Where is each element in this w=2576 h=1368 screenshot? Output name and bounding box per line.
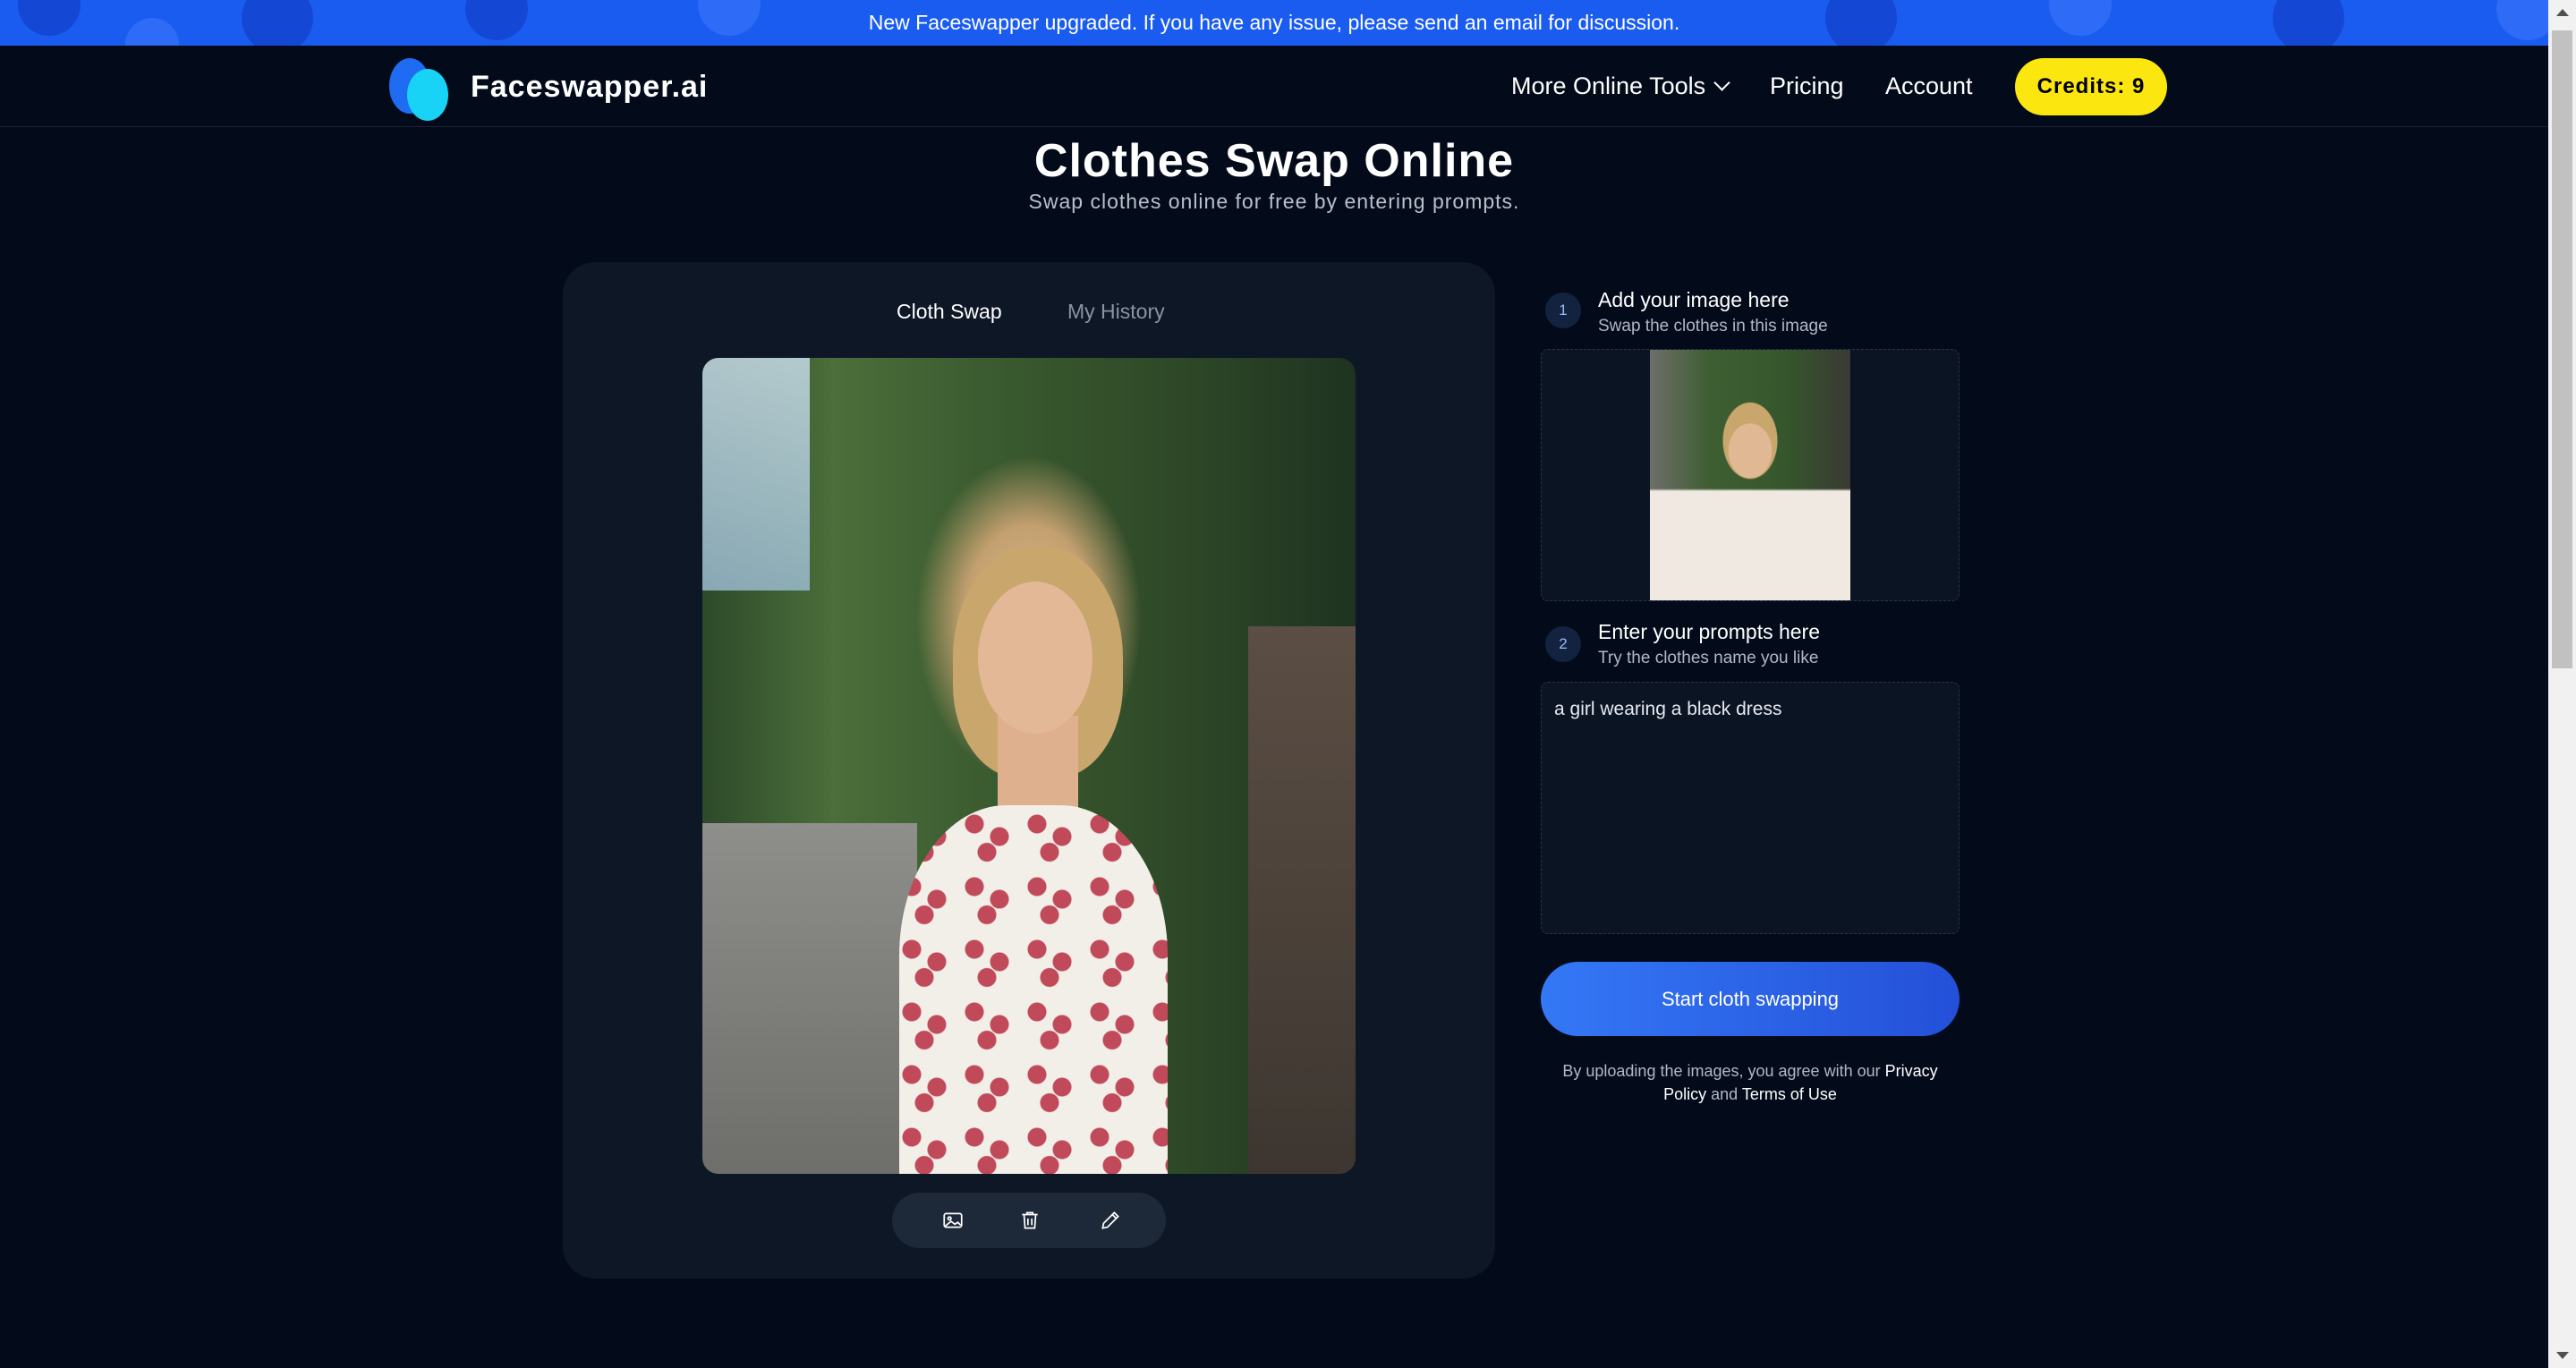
prompt-input[interactable]: a girl wearing a black dress	[1541, 682, 1960, 934]
legal-and: and	[1711, 1085, 1739, 1103]
nav-more-online-tools-label: More Online Tools	[1511, 72, 1706, 99]
pencil-icon[interactable]	[1094, 1204, 1126, 1236]
step-1-subtitle: Swap the clothes in this image	[1598, 317, 1828, 336]
credits-button[interactable]: Credits: 9	[2015, 58, 2167, 115]
tab-cloth-swap[interactable]: Cloth Swap	[897, 300, 1002, 324]
image-toolbar	[892, 1193, 1166, 1248]
nav-more-online-tools[interactable]: More Online Tools	[1511, 72, 1730, 100]
legal-notice: By uploading the images, you agree with …	[1541, 1059, 1960, 1106]
image-upload-area[interactable]	[1541, 349, 1960, 601]
step-2-subtitle: Try the clothes name you like	[1598, 649, 1819, 667]
scroll-up-arrow-icon[interactable]	[2556, 9, 2569, 16]
page-scrollbar[interactable]	[2548, 0, 2576, 1368]
preview-image	[702, 358, 1356, 1174]
step-2-title: Enter your prompts here	[1598, 620, 1821, 643]
scroll-down-arrow-icon[interactable]	[2556, 1352, 2569, 1359]
nav-pricing[interactable]: Pricing	[1770, 72, 1844, 100]
chevron-down-icon	[1713, 74, 1730, 91]
scroll-thumb[interactable]	[2552, 30, 2572, 668]
banner-text: New Faceswapper upgraded. If you have an…	[868, 11, 1680, 34]
result-panel: Cloth Swap My History	[563, 262, 1495, 1279]
trash-icon[interactable]	[1014, 1204, 1046, 1236]
site-header: Faceswapper.ai More Online Tools Pricing…	[0, 46, 2548, 127]
legal-prefix: By uploading the images, you agree with …	[1562, 1062, 1881, 1080]
logo-icon[interactable]	[387, 53, 459, 121]
step-1-number: 1	[1545, 293, 1581, 328]
step-1-title: Add your image here	[1598, 288, 1790, 311]
terms-of-use-link[interactable]: Terms of Use	[1742, 1085, 1837, 1103]
page-title: Clothes Swap Online	[1033, 135, 1515, 187]
tab-my-history[interactable]: My History	[1067, 300, 1165, 324]
page-subtitle: Swap clothes online for free by entering…	[1028, 190, 1520, 213]
start-cloth-swapping-button[interactable]: Start cloth swapping	[1541, 962, 1960, 1036]
uploaded-image-thumbnail	[1650, 350, 1850, 600]
brand-name[interactable]: Faceswapper.ai	[471, 70, 708, 105]
announcement-banner: New Faceswapper upgraded. If you have an…	[0, 0, 2548, 46]
nav-account[interactable]: Account	[1885, 72, 1973, 100]
image-icon[interactable]	[937, 1204, 969, 1236]
step-2-number: 2	[1545, 626, 1581, 662]
